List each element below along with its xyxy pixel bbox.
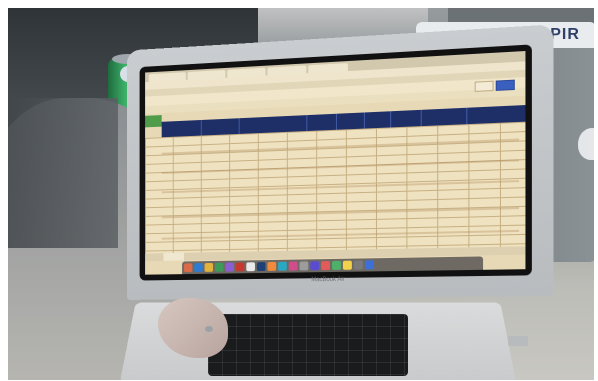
laptop-brand-label: MacBook Air — [311, 276, 345, 284]
dock-app-icon — [235, 262, 245, 272]
share-button — [495, 79, 515, 91]
dock-app-icon — [299, 261, 309, 271]
laptop-lid: MacBook Air — [126, 24, 554, 300]
ring — [205, 326, 213, 332]
laptop-ports — [508, 336, 528, 346]
column-header — [420, 107, 468, 127]
dock-app-icon — [246, 262, 255, 272]
column-header — [390, 109, 422, 128]
dock-app-icon — [194, 263, 203, 273]
dock-app-icon — [225, 262, 234, 272]
dock-app-icon — [214, 262, 224, 272]
laptop-screen — [145, 51, 526, 275]
dock-app-icon — [204, 262, 214, 272]
person-shadow — [8, 98, 118, 248]
dock-app-icon — [288, 261, 298, 271]
dock-app-icon — [342, 260, 352, 270]
column-header — [335, 112, 365, 130]
dock-app-icon — [310, 261, 320, 271]
dock-app-icon — [364, 260, 374, 270]
spreadsheet-corner — [145, 115, 162, 128]
laptop-keyboard — [208, 314, 408, 376]
dock-app-icon — [278, 261, 287, 271]
comments-button — [474, 80, 494, 92]
dock-app-icon — [353, 260, 363, 270]
sheet-tab — [163, 252, 184, 261]
column-header — [182, 119, 202, 137]
dock-app-icon — [256, 262, 266, 272]
dock-app-icon — [321, 261, 331, 271]
apple-logo-icon — [578, 128, 594, 160]
column-header — [200, 118, 240, 136]
dock-app-icon — [267, 261, 277, 271]
column-header — [306, 113, 337, 132]
column-header — [363, 111, 392, 129]
photo-scene: NSPIR — [8, 8, 594, 380]
laptop-bezel — [139, 44, 532, 281]
dock-app-icon — [183, 263, 193, 273]
dock-app-icon — [331, 260, 341, 270]
